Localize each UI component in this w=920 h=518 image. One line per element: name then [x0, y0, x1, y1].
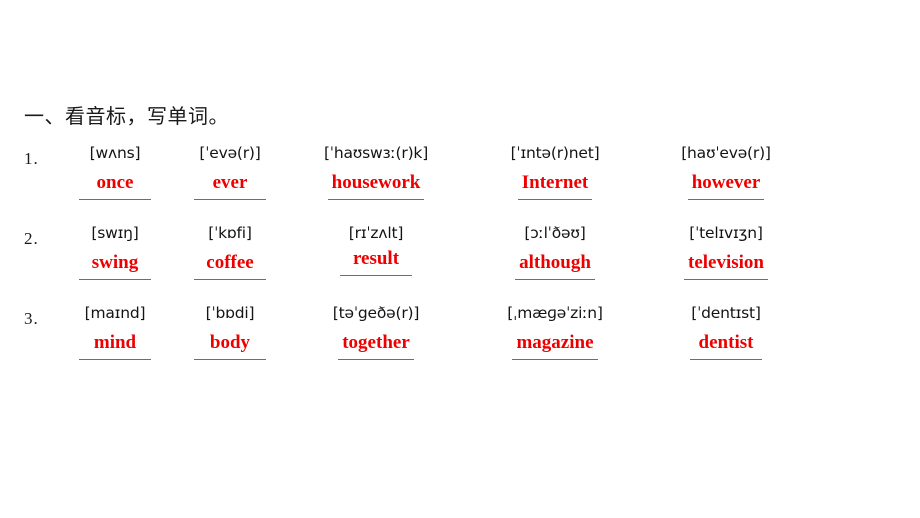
answer-word: however [691, 172, 761, 193]
answer-underline [512, 359, 598, 360]
answer-blank[interactable]: coffee [194, 252, 266, 280]
answer-blank[interactable]: ever [194, 172, 266, 200]
answer-underline [79, 279, 151, 280]
answer-blank[interactable]: television [684, 252, 768, 280]
answer-blank[interactable]: together [338, 332, 414, 360]
answer-underline [79, 359, 151, 360]
answer-word: once [96, 172, 134, 193]
phonetic-transcription: [wʌns] [89, 144, 141, 162]
phonetic-transcription: [rɪˈzʌlt] [348, 224, 404, 242]
row-number: 1. [24, 149, 39, 168]
word-item: [ˌmæɡəˈziːn] magazine [476, 303, 634, 360]
answer-blank[interactable]: magazine [512, 332, 598, 360]
answer-word: ever [212, 172, 248, 193]
answer-blank[interactable]: although [515, 252, 595, 280]
answer-word: Internet [521, 172, 589, 193]
phonetic-transcription: [swɪŋ] [91, 224, 139, 242]
table-row: 2. [swɪŋ] swing [ˈkɒfi] coffee [rɪˈzʌlt]… [0, 223, 920, 303]
answer-blank[interactable]: Internet [517, 172, 593, 200]
answer-word: result [352, 248, 400, 269]
answer-word: swing [91, 252, 139, 273]
phonetic-transcription: [ˈkɒfi] [208, 224, 252, 242]
word-item: [ˈkɒfi] coffee [178, 223, 282, 280]
phonetic-transcription: [haʊˈevə(r)] [681, 144, 771, 162]
word-item: [rɪˈzʌlt] result [286, 223, 466, 276]
answer-word: mind [93, 332, 137, 353]
word-item: [ˈtelɪvɪʒn] television [646, 223, 806, 280]
answer-blank[interactable]: mind [79, 332, 151, 360]
table-row: 3. [maɪnd] mind [ˈbɒdi] body [təˈgeðə(r)… [0, 303, 920, 383]
answer-word: television [688, 252, 764, 273]
word-item: [ˈɪntə(r)net] Internet [476, 143, 634, 200]
answer-underline [79, 199, 151, 200]
answer-underline [684, 279, 768, 280]
word-item: [ˈbɒdi] body [178, 303, 282, 360]
answer-underline [194, 199, 266, 200]
row-items: [swɪŋ] swing [ˈkɒfi] coffee [rɪˈzʌlt] re… [56, 223, 912, 303]
word-item: [ˈdentɪst] dentist [646, 303, 806, 360]
word-item: [maɪnd] mind [56, 303, 174, 360]
answer-underline [517, 199, 593, 200]
answer-word: body [209, 332, 251, 353]
answer-underline [690, 359, 762, 360]
answer-underline [194, 359, 266, 360]
word-item: [wʌns] once [56, 143, 174, 200]
answer-word: coffee [206, 252, 254, 273]
phonetic-transcription: [ˈbɒdi] [205, 304, 255, 322]
answer-blank[interactable]: body [194, 332, 266, 360]
row-number: 2. [24, 229, 39, 248]
answer-blank[interactable]: dentist [690, 332, 762, 360]
answer-word: although [519, 252, 591, 273]
exercise-rows: 1. [wʌns] once [ˈevə(r)] ever [ˈhaʊswɜː(… [0, 143, 920, 383]
phonetic-transcription: [maɪnd] [84, 304, 146, 322]
phonetic-transcription: [ˈevə(r)] [199, 144, 261, 162]
answer-underline [327, 199, 425, 200]
answer-blank[interactable]: once [79, 172, 151, 200]
answer-underline [340, 275, 412, 276]
answer-underline [687, 199, 765, 200]
row-items: [wʌns] once [ˈevə(r)] ever [ˈhaʊswɜː(r)k… [56, 143, 912, 223]
answer-word: housework [331, 172, 421, 193]
phonetic-transcription: [ˈdentɪst] [691, 304, 761, 322]
phonetic-transcription: [ˌmæɡəˈziːn] [507, 304, 603, 322]
phonetic-transcription: [ɔːlˈðəʊ] [524, 224, 586, 242]
word-item: [ɔːlˈðəʊ] although [476, 223, 634, 280]
word-item: [ˈevə(r)] ever [178, 143, 282, 200]
answer-underline [515, 279, 595, 280]
phonetic-transcription: [təˈgeðə(r)] [332, 304, 420, 322]
answer-word: dentist [698, 332, 754, 353]
word-item: [swɪŋ] swing [56, 223, 174, 280]
row-number: 3. [24, 309, 39, 328]
answer-blank[interactable]: housework [327, 172, 425, 200]
phonetic-transcription: [ˈhaʊswɜː(r)k] [323, 144, 429, 162]
answer-word: together [342, 332, 410, 353]
phonetic-transcription: [ˈɪntə(r)net] [510, 144, 600, 162]
word-item: [ˈhaʊswɜː(r)k] housework [286, 143, 466, 200]
answer-blank[interactable]: swing [79, 252, 151, 280]
table-row: 1. [wʌns] once [ˈevə(r)] ever [ˈhaʊswɜː(… [0, 143, 920, 223]
word-item: [haʊˈevə(r)] however [646, 143, 806, 200]
worksheet-page: 一、看音标，写单词。 1. [wʌns] once [ˈevə(r)] ever [0, 0, 920, 518]
phonetic-transcription: [ˈtelɪvɪʒn] [689, 224, 763, 242]
answer-underline [338, 359, 414, 360]
answer-blank[interactable]: however [687, 172, 765, 200]
answer-word: magazine [516, 332, 594, 353]
row-items: [maɪnd] mind [ˈbɒdi] body [təˈgeðə(r)] t… [56, 303, 912, 383]
page-title: 一、看音标，写单词。 [24, 104, 229, 128]
answer-blank[interactable]: result [340, 248, 412, 276]
word-item: [təˈgeðə(r)] together [286, 303, 466, 360]
answer-underline [194, 279, 266, 280]
